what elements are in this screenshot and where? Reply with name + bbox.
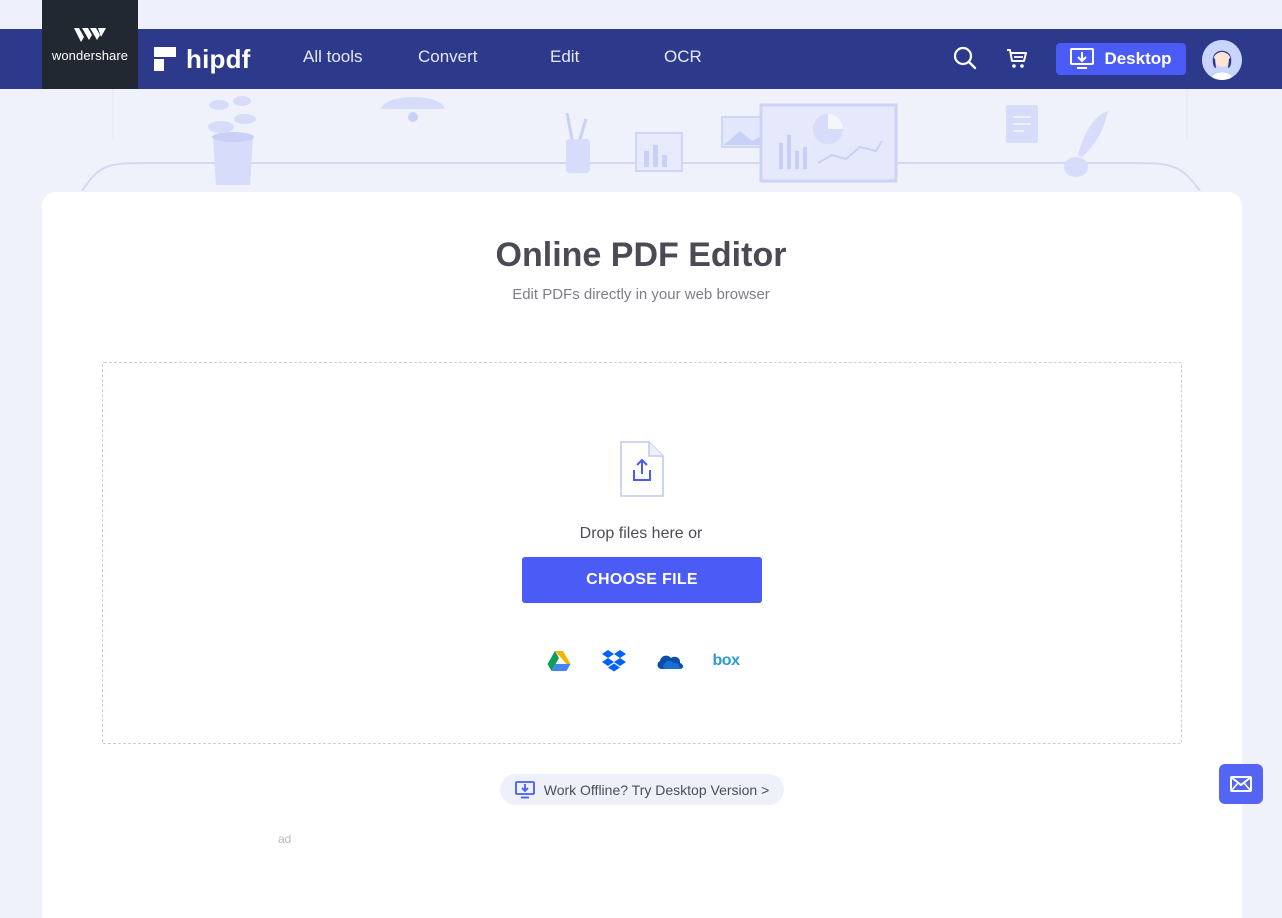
wondershare-logo[interactable]: wondershare [42,0,138,89]
box-button[interactable]: box [710,648,742,674]
desktop-download-button[interactable]: Desktop [1056,43,1186,75]
desktop-download-icon [1070,48,1095,69]
upload-file-icon [620,441,664,497]
offline-desktop-link[interactable]: Work Offline? Try Desktop Version > [500,774,784,805]
cart-icon [1007,49,1027,68]
drop-files-text: Drop files here or [579,525,703,542]
page-title: Online PDF Editor [495,236,787,274]
header-illustration [81,89,1201,192]
nav-edit[interactable]: Edit [550,47,579,67]
avatar-icon [1202,40,1242,80]
wondershare-logo-text: wondershare [51,48,129,63]
file-drop-zone[interactable] [102,362,1182,744]
box-icon: box [712,652,740,669]
nav-ocr[interactable]: OCR [664,47,702,67]
user-avatar[interactable] [1202,40,1242,80]
choose-file-button[interactable]: CHOOSE FILE [522,557,762,603]
page-subtitle: Edit PDFs directly in your web browser [512,286,770,303]
dropbox-icon [602,650,626,672]
cart-button[interactable] [1004,45,1030,71]
onedrive-button[interactable] [655,648,685,674]
desktop-button-label: Desktop [1104,49,1172,68]
search-button[interactable] [952,45,978,71]
search-icon [953,46,977,70]
hipdf-mark-icon [154,47,176,71]
ad-label: ad [278,832,292,846]
dropbox-button[interactable] [601,648,627,674]
nav-convert[interactable]: Convert [418,47,478,67]
offline-link-text: Work Offline? Try Desktop Version > [543,781,770,798]
hipdf-logo[interactable]: hipdf [154,43,251,75]
wondershare-mark-icon [74,28,106,42]
hipdf-brand-text: hipdf [186,43,251,74]
google-drive-icon [547,651,571,671]
desktop-download-icon [514,780,535,798]
nav-all-tools[interactable]: All tools [303,47,363,67]
feedback-mail-button[interactable] [1219,764,1263,804]
google-drive-button[interactable] [546,648,572,674]
onedrive-icon [657,655,683,669]
mail-icon [1230,776,1252,792]
top-strip [0,0,1282,29]
